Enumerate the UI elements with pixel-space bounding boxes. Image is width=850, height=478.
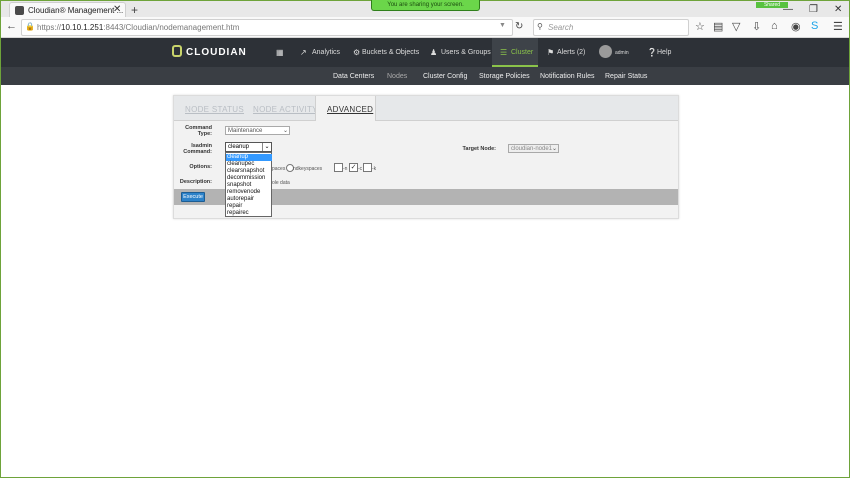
search-bar[interactable]: ⚲ Search [533, 19, 689, 36]
dropdown-option[interactable]: repairec [226, 210, 272, 217]
user-menu[interactable]: admin [615, 50, 629, 56]
subnav-repair-status[interactable]: Repair Status [605, 73, 647, 80]
new-tab-button[interactable]: + [131, 3, 138, 17]
node-management-panel: NODE STATUS NODE ACTIVITY ADVANCED Comma… [173, 95, 679, 219]
cloudian-logo-icon [172, 45, 182, 57]
url-dropdown-icon[interactable]: ▼ [499, 22, 506, 29]
back-arrow-icon[interactable]: ← [6, 20, 17, 32]
chevron-down-icon: ⌄ [551, 146, 557, 152]
option-n-checkbox[interactable] [334, 163, 343, 172]
url-bar[interactable]: 🔒 https://10.10.1.251:8443/Cloudian/node… [21, 19, 513, 36]
description-label: Description: [179, 179, 212, 185]
app-header: CLOUDIAN ▦ ↗ Analytics ⚙ Buckets & Objec… [1, 38, 849, 67]
dropdown-option[interactable]: autorepair [226, 196, 272, 203]
users-icon: ♟ [430, 48, 438, 57]
chevron-down-icon: ⌄ [262, 143, 271, 151]
command-type-value: Maintenance [228, 128, 263, 134]
nav-users-groups[interactable]: Users & Groups [441, 49, 491, 56]
search-icon: ⚲ [537, 22, 543, 31]
sub-navigation: Data Centers Nodes Cluster Config Storag… [1, 67, 849, 85]
url-text: https://10.10.1.251:8443/Cloudian/nodema… [37, 23, 240, 32]
option-c-text: -c [358, 166, 363, 172]
isadmin-command-dropdown: cleanup cleanupec clearsnapshot decommis… [225, 152, 272, 217]
grid-icon[interactable]: ▦ [276, 48, 284, 57]
help-icon: ❔ [647, 48, 657, 57]
nav-help[interactable]: Help [657, 49, 671, 56]
isadmin-command-label: Isadmin Command: [183, 143, 212, 155]
option-k-text: -k [372, 166, 377, 172]
tab-advanced[interactable]: ADVANCED [315, 96, 376, 121]
logo-text: CLOUDIAN [186, 47, 247, 58]
list-icon: ☰ [500, 48, 508, 57]
dropdown-option[interactable]: snapshot [226, 182, 272, 189]
reload-icon[interactable]: ↻ [515, 21, 523, 32]
screen-share-banner: You are sharing your screen. [371, 0, 480, 11]
nav-cluster-label: Cluster [511, 49, 534, 56]
chevron-down-icon: ⌄ [282, 128, 288, 134]
download-icon[interactable]: ⇩ [752, 20, 761, 33]
gear-icon: ⚙ [353, 48, 361, 57]
option-keyspaces-text: paces [272, 166, 286, 172]
option-k-checkbox[interactable] [363, 163, 372, 172]
option-c-checkbox[interactable]: ✓ [349, 163, 358, 172]
tab-node-activity[interactable]: NODE ACTIVITY [253, 105, 318, 114]
pocket-icon[interactable]: ▽ [732, 20, 740, 33]
tab-advanced-label: ADVANCED [327, 105, 374, 114]
dropdown-option[interactable]: cleanupec [226, 161, 272, 168]
option-n-text: -n [343, 166, 348, 172]
subnav-nodes[interactable]: Nodes [387, 73, 407, 80]
target-node-select[interactable]: cloudian-node1 ⌄ [508, 144, 559, 153]
navigation-bar: ← 🔒 https://10.10.1.251:8443/Cloudian/no… [1, 17, 849, 38]
close-tab-icon[interactable]: ✕ [113, 4, 121, 15]
dropdown-option[interactable]: removenode [226, 189, 272, 196]
panel-tab-strip: NODE STATUS NODE ACTIVITY ADVANCED [174, 96, 678, 121]
favicon-icon [15, 6, 24, 15]
dropdown-option[interactable]: decommission [226, 175, 272, 182]
subnav-notification-rules[interactable]: Notification Rules [540, 73, 594, 80]
isadmin-command-select[interactable]: cleanup ⌄ [225, 142, 272, 152]
close-window-button[interactable]: ✕ [834, 4, 842, 15]
nav-cluster[interactable]: ☰ Cluster [492, 38, 538, 67]
chart-icon: ↗ [300, 48, 307, 57]
subnav-storage-policies[interactable]: Storage Policies [479, 73, 530, 80]
shared-indicator: Shared [756, 2, 788, 8]
subnav-data-centers[interactable]: Data Centers [333, 73, 374, 80]
target-node-value: cloudian-node1 [511, 146, 553, 152]
tab-title: Cloudian® Management ... [28, 6, 124, 15]
lock-icon: 🔒 [25, 22, 35, 31]
dropdown-option[interactable]: repair [226, 203, 272, 210]
restore-button[interactable]: ❐ [809, 4, 818, 15]
execute-button[interactable]: Execute [181, 192, 205, 202]
tab-node-status[interactable]: NODE STATUS [185, 105, 244, 114]
description-text: ole data [272, 180, 290, 186]
subnav-cluster-config[interactable]: Cluster Config [423, 73, 467, 80]
option-andkeyspaces-text: ndkeyspaces [293, 166, 323, 172]
nav-buckets-objects[interactable]: Buckets & Objects [362, 49, 419, 56]
clipboard-icon[interactable]: ▤ [713, 20, 723, 33]
dropdown-option[interactable]: cleanup [226, 154, 272, 161]
search-input[interactable]: Search [548, 23, 573, 32]
target-node-label: Target Node: [462, 146, 496, 152]
nav-alerts[interactable]: Alerts (2) [557, 49, 585, 56]
command-type-label: Command Type: [185, 125, 212, 137]
home-icon[interactable]: ⌂ [771, 20, 778, 32]
bell-icon: ⚑ [547, 48, 555, 57]
command-type-select[interactable]: Maintenance ⌄ [225, 126, 290, 135]
skype-icon[interactable]: S [811, 20, 818, 32]
nav-analytics[interactable]: Analytics [312, 49, 340, 56]
avatar[interactable] [599, 45, 612, 58]
isadmin-command-value: cleanup [228, 144, 250, 150]
menu-icon[interactable]: ☰ [833, 20, 843, 33]
options-label: Options: [189, 164, 212, 170]
bookmark-star-icon[interactable]: ☆ [695, 20, 705, 33]
chat-icon[interactable]: ◉ [791, 20, 801, 33]
dropdown-option[interactable]: clearsnapshot [226, 168, 272, 175]
